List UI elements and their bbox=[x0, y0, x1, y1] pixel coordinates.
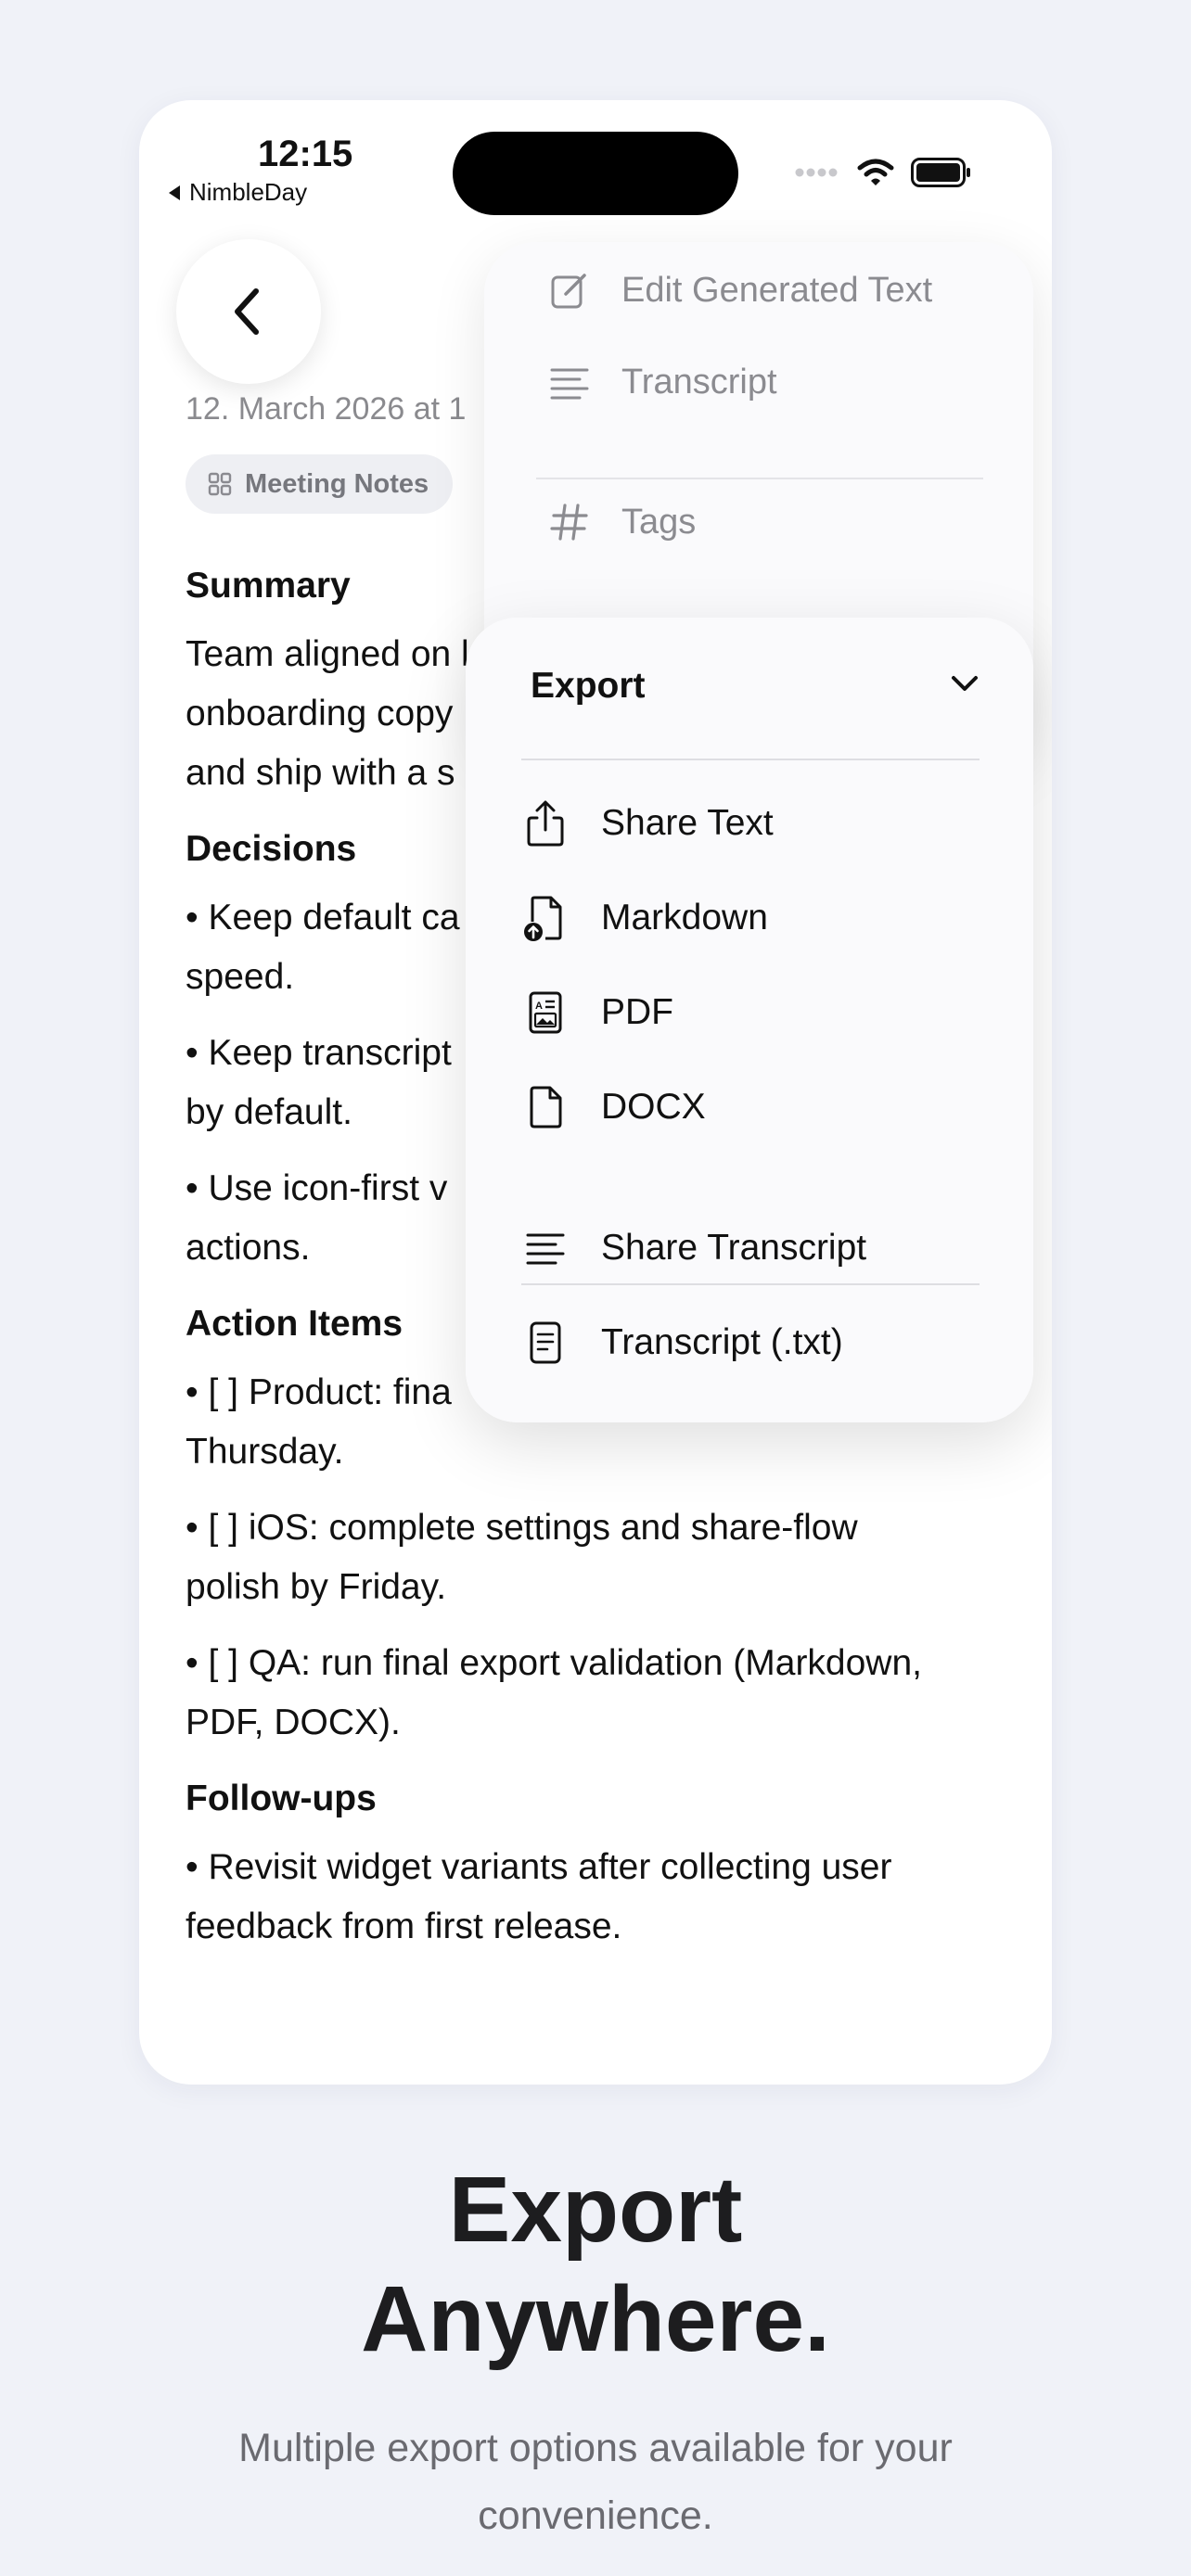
tags-item[interactable]: Tags bbox=[549, 502, 696, 542]
tag-label: Meeting Notes bbox=[245, 468, 429, 499]
hashtag-icon bbox=[550, 504, 588, 541]
export-menu: Export Share Text Markdown A PDF DOCX Sh… bbox=[466, 618, 1033, 1422]
markdown-item[interactable]: Markdown bbox=[521, 894, 768, 942]
grid-icon bbox=[208, 472, 232, 496]
document-icon bbox=[521, 1083, 570, 1131]
tag-chip[interactable]: Meeting Notes bbox=[186, 454, 454, 514]
back-to-app[interactable]: NimbleDay bbox=[167, 178, 307, 207]
export-title[interactable]: Export bbox=[531, 666, 646, 707]
text-lines-icon bbox=[550, 368, 589, 399]
pdf-label: PDF bbox=[601, 992, 673, 1032]
pdf-item[interactable]: A PDF bbox=[521, 988, 673, 1037]
share-transcript-item[interactable]: Share Transcript bbox=[521, 1224, 866, 1272]
status-time: 12:15 bbox=[258, 134, 353, 174]
transcript-txt-item[interactable]: Transcript (.txt) bbox=[521, 1319, 843, 1367]
promo-title-line2: Anywhere. bbox=[361, 2267, 830, 2371]
svg-text:A: A bbox=[535, 1001, 543, 1012]
markdown-label: Markdown bbox=[601, 898, 768, 937]
status-icons bbox=[794, 158, 972, 187]
markdown-file-icon bbox=[521, 894, 570, 942]
menu-divider bbox=[536, 478, 983, 479]
chevron-left-icon bbox=[235, 288, 259, 335]
edit-icon bbox=[551, 274, 586, 309]
triangle-left-icon bbox=[169, 185, 180, 200]
battery-icon bbox=[911, 158, 970, 187]
edit-generated-text-label: Edit Generated Text bbox=[621, 270, 933, 310]
text-lines-icon bbox=[521, 1224, 570, 1272]
transcript-label: Transcript bbox=[621, 363, 777, 402]
dynamic-island bbox=[453, 132, 738, 215]
promo-title-line1: Export bbox=[448, 2158, 743, 2262]
wifi-icon bbox=[857, 159, 894, 185]
edit-generated-text-item[interactable]: Edit Generated Text bbox=[549, 270, 932, 311]
note-paragraph: • [ ] QA: run final export validation (M… bbox=[186, 1643, 922, 1742]
export-divider-bottom bbox=[521, 1283, 980, 1285]
back-button[interactable] bbox=[176, 239, 321, 384]
note-date: 12. March 2026 at 1 bbox=[186, 391, 467, 427]
promo-subtitle: Multiple export options available for yo… bbox=[148, 2415, 1043, 2550]
note-paragraph: • [ ] iOS: complete settings and share-f… bbox=[186, 1508, 858, 1607]
share-text-label: Share Text bbox=[601, 803, 774, 843]
signal-dots-icon bbox=[795, 168, 838, 177]
share-transcript-label: Share Transcript bbox=[601, 1228, 867, 1268]
docx-item[interactable]: DOCX bbox=[521, 1083, 706, 1131]
text-file-icon bbox=[521, 1319, 570, 1367]
pdf-document-icon: A bbox=[521, 988, 570, 1037]
promo-subtitle-line2: convenience. bbox=[478, 2493, 713, 2538]
phone-screen: 12:15 NimbleDay 12. March 2026 at 1 Meet… bbox=[139, 100, 1052, 2085]
tags-label: Tags bbox=[621, 502, 697, 542]
promo-subtitle-line1: Multiple export options available for yo… bbox=[238, 2426, 953, 2470]
share-text-item[interactable]: Share Text bbox=[521, 799, 774, 848]
export-divider-top bbox=[521, 759, 980, 760]
back-app-label: NimbleDay bbox=[189, 178, 308, 206]
note-paragraph: • Revisit widget variants after collecti… bbox=[186, 1847, 892, 1946]
transcript-txt-label: Transcript (.txt) bbox=[601, 1322, 843, 1362]
section-heading: Follow-ups bbox=[186, 1779, 377, 1818]
share-icon bbox=[521, 799, 570, 848]
chevron-down-icon[interactable] bbox=[950, 673, 980, 694]
docx-label: DOCX bbox=[601, 1087, 706, 1127]
transcript-item[interactable]: Transcript bbox=[549, 363, 777, 402]
